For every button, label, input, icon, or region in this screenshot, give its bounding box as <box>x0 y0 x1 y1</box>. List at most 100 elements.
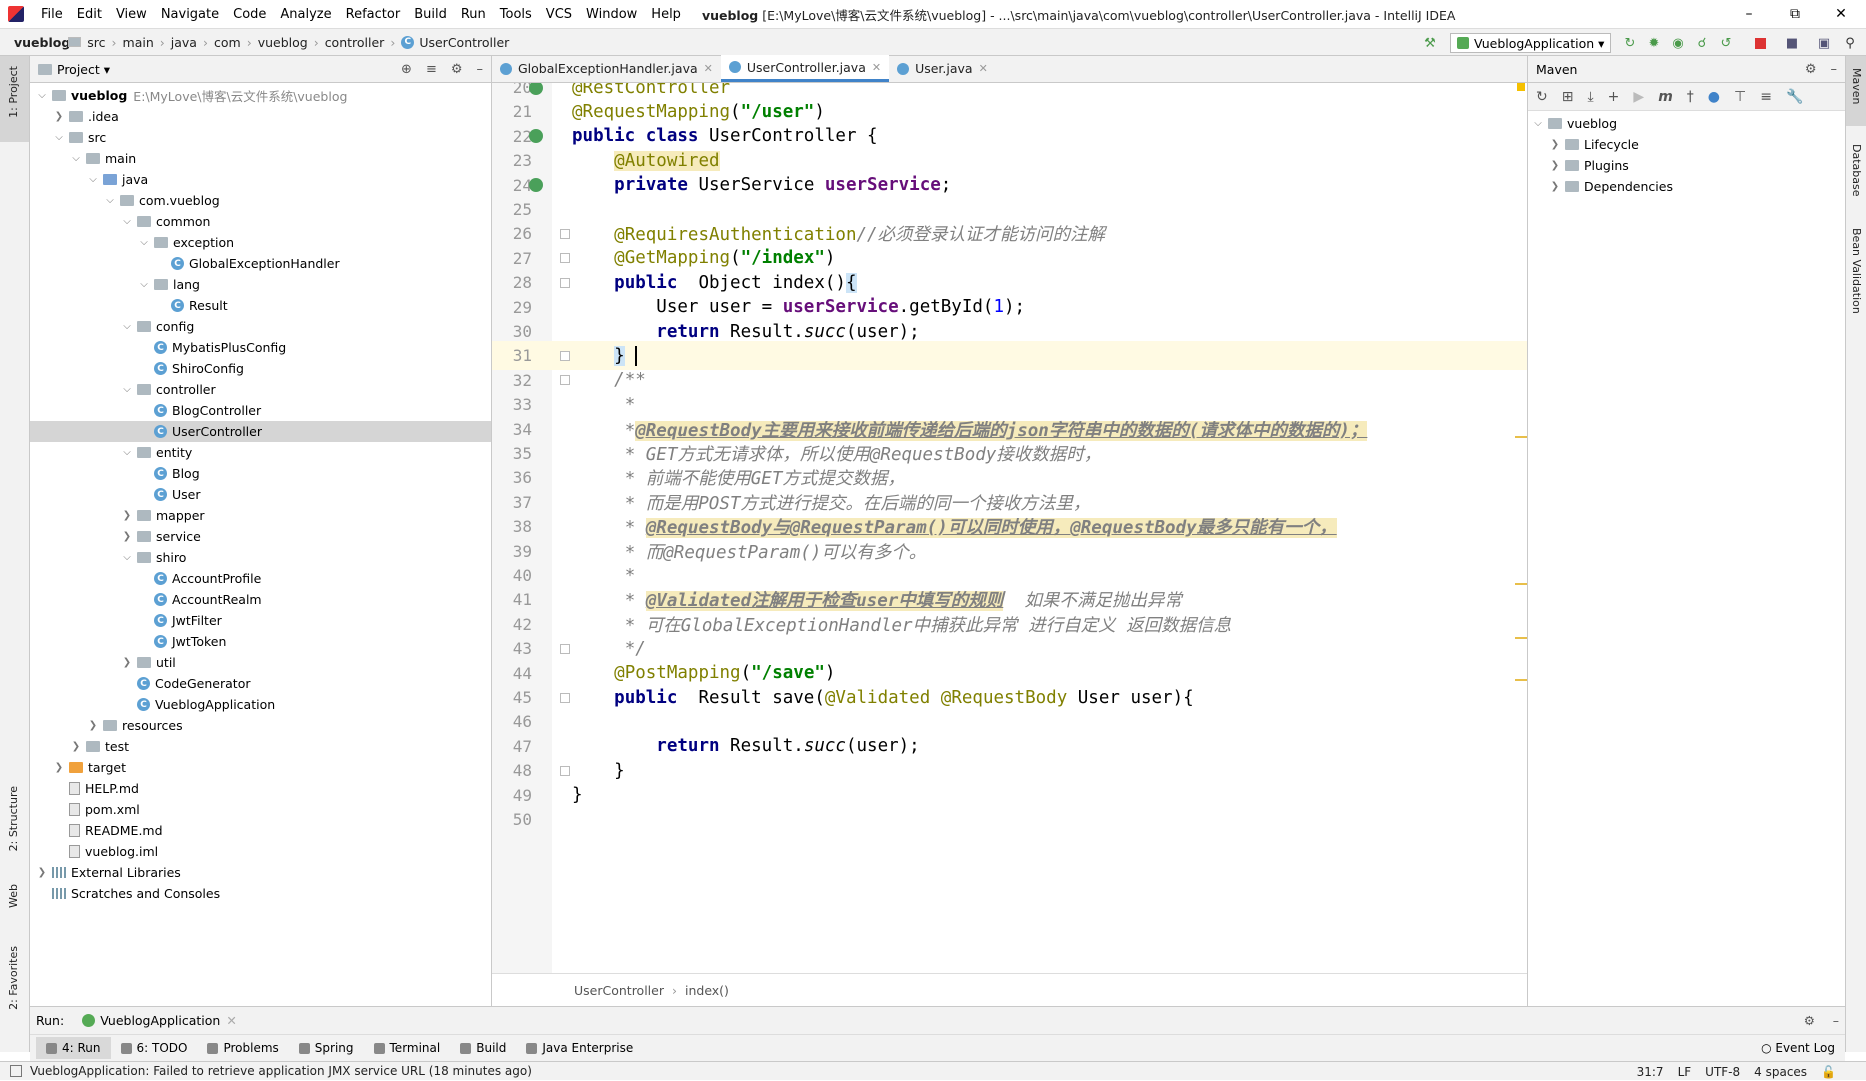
update-icon[interactable]: ↺ <box>1718 35 1734 51</box>
debug-icon[interactable]: ✹ <box>1646 35 1662 51</box>
crumb-item[interactable]: com › <box>68 35 258 50</box>
tree-item[interactable]: ⌵ entity <box>30 442 491 463</box>
chevron-right-icon[interactable]: ❯ <box>70 741 82 752</box>
tree-item[interactable]: ⌵ common <box>30 211 491 232</box>
tree-class-item[interactable]: C Result <box>30 295 491 316</box>
crumb-item[interactable]: src › <box>68 35 122 50</box>
bean-validation-tool-tab[interactable]: Bean Validation <box>1850 228 1863 314</box>
tree-item[interactable]: ⌵ shiro <box>30 547 491 568</box>
tree-item[interactable]: ❯ resources <box>30 715 491 736</box>
fold-marker-icon[interactable] <box>560 277 570 288</box>
skip-tests-icon[interactable]: ● <box>1708 89 1720 105</box>
tree-class-item[interactable]: C BlogController <box>30 400 491 421</box>
chevron-right-icon[interactable]: ❯ <box>121 657 133 668</box>
menu-edit[interactable]: Edit <box>70 7 109 22</box>
tree-item[interactable]: ⌵ config <box>30 316 491 337</box>
menu-help[interactable]: Help <box>644 7 688 22</box>
crumb-item[interactable]: main › <box>68 35 171 50</box>
event-log-tab[interactable]: ○ Event Log <box>1761 1041 1835 1055</box>
tree-class-item[interactable]: C ShiroConfig <box>30 358 491 379</box>
close-tab-icon[interactable]: ✕ <box>872 61 881 74</box>
chevron-down-icon[interactable]: ⌵ <box>87 174 99 185</box>
chevron-down-icon[interactable]: ⌵ <box>121 552 133 563</box>
tree-item[interactable]: ❯ External Libraries <box>30 862 491 883</box>
fold-marker-icon[interactable] <box>560 765 570 776</box>
toggle-offline-icon[interactable]: † <box>1687 89 1694 105</box>
menu-file[interactable]: File <box>34 7 70 22</box>
search-everywhere-icon[interactable]: ⚲ <box>1842 35 1858 51</box>
lock-icon[interactable]: 🔓 <box>1821 1065 1836 1079</box>
hide-icon[interactable]: – <box>1831 62 1838 77</box>
chevron-right-icon[interactable]: ❯ <box>36 867 48 878</box>
tree-item[interactable]: ❯ target <box>30 757 491 778</box>
tree-item[interactable]: ❯ Lifecycle <box>1528 134 1845 155</box>
fold-marker-icon[interactable] <box>560 375 570 386</box>
tree-item[interactable]: ⌵ java <box>30 169 491 190</box>
tree-item[interactable]: ⌵ exception <box>30 232 491 253</box>
fold-marker-icon[interactable] <box>560 253 570 264</box>
bottom-tab[interactable]: Build <box>450 1037 516 1059</box>
spring-bean-gutter-icon[interactable] <box>529 178 543 193</box>
tree-item[interactable]: ⌵ vueblog E:\MyLove\博客\云文件系统\vueblog <box>30 85 491 106</box>
web-tool-tab[interactable]: Web <box>7 884 20 908</box>
chevron-down-icon[interactable]: ⌵ <box>1532 118 1544 129</box>
menu-analyze[interactable]: Analyze <box>273 7 338 22</box>
locate-icon[interactable]: ⊕ <box>401 62 412 77</box>
fold-marker-icon[interactable] <box>560 643 570 654</box>
tree-item[interactable]: ❯ service <box>30 526 491 547</box>
layout-icon[interactable]: ▣ <box>1816 35 1832 51</box>
hide-icon[interactable]: – <box>1833 1013 1839 1028</box>
profile-icon[interactable]: ☌ <box>1694 35 1710 51</box>
menu-build[interactable]: Build <box>407 7 454 22</box>
database-tool-tab[interactable]: Database <box>1850 144 1863 197</box>
collapse-icon[interactable]: ≡ <box>1760 89 1772 105</box>
gear-icon[interactable]: ⚙ <box>451 62 463 77</box>
editor-tab[interactable]: UserController.java ✕ <box>720 55 890 82</box>
bottom-tab[interactable]: Terminal <box>364 1037 451 1059</box>
menu-run[interactable]: Run <box>454 7 493 22</box>
menu-view[interactable]: View <box>109 7 154 22</box>
caret-position[interactable]: 31:7 <box>1637 1065 1664 1079</box>
tree-item[interactable]: ❯ Dependencies <box>1528 176 1845 197</box>
bottom-tab[interactable]: 4: Run <box>36 1037 111 1059</box>
menu-navigate[interactable]: Navigate <box>154 7 226 22</box>
chevron-down-icon[interactable]: ⌵ <box>53 132 65 143</box>
tree-class-item[interactable]: C MybatisPlusConfig <box>30 337 491 358</box>
editor-tab[interactable]: GlobalExceptionHandler.java ✕ <box>492 55 721 82</box>
tree-item[interactable]: ❯ Plugins <box>1528 155 1845 176</box>
download-icon[interactable]: ⤓ <box>1587 89 1593 105</box>
tree-item[interactable]: ⌵ lang <box>30 274 491 295</box>
gear-icon[interactable]: ⚙ <box>1804 1013 1815 1028</box>
tree-item[interactable]: vueblog.iml <box>30 841 491 862</box>
chevron-down-icon[interactable]: ⌵ <box>138 237 150 248</box>
project-tool-tab[interactable]: 1: Project <box>7 66 20 118</box>
coverage-icon[interactable]: ◉ <box>1670 35 1686 51</box>
minimize-button[interactable]: – <box>1726 0 1772 28</box>
chevron-right-icon[interactable]: ❯ <box>1549 181 1561 192</box>
chevron-right-icon[interactable]: ❯ <box>121 510 133 521</box>
chevron-down-icon[interactable]: ⌵ <box>36 90 48 101</box>
run-icon[interactable]: ▶ <box>1633 89 1644 105</box>
tree-class-item[interactable]: C User <box>30 484 491 505</box>
bottom-tab[interactable]: Spring <box>289 1037 364 1059</box>
tree-item[interactable]: Scratches and Consoles <box>30 883 491 904</box>
toggle-tool-windows-icon[interactable] <box>10 1065 22 1077</box>
bottom-tab[interactable]: Java Enterprise <box>516 1037 643 1059</box>
tree-item[interactable]: ⌵ com.vueblog <box>30 190 491 211</box>
project-structure-icon[interactable]: ■ <box>1784 35 1800 51</box>
tree-class-item[interactable]: C JwtFilter <box>30 610 491 631</box>
chevron-down-icon[interactable]: ⌵ <box>104 195 116 206</box>
chevron-right-icon[interactable]: ❯ <box>121 531 133 542</box>
tree-item[interactable]: README.md <box>30 820 491 841</box>
tree-class-item[interactable]: C GlobalExceptionHandler <box>30 253 491 274</box>
chevron-right-icon[interactable]: ❯ <box>53 762 65 773</box>
tree-class-item[interactable]: C AccountRealm <box>30 589 491 610</box>
add-icon[interactable]: + <box>1608 89 1620 105</box>
run-configuration-select[interactable]: VueblogApplication ▾ <box>1450 33 1612 53</box>
tree-class-item[interactable]: C AccountProfile <box>30 568 491 589</box>
breadcrumb-class[interactable]: UserController <box>574 983 664 998</box>
tree-class-item[interactable]: C JwtToken <box>30 631 491 652</box>
chevron-right-icon[interactable]: ❯ <box>87 720 99 731</box>
chevron-down-icon[interactable]: ⌵ <box>138 279 150 290</box>
menu-vcs[interactable]: VCS <box>539 7 579 22</box>
